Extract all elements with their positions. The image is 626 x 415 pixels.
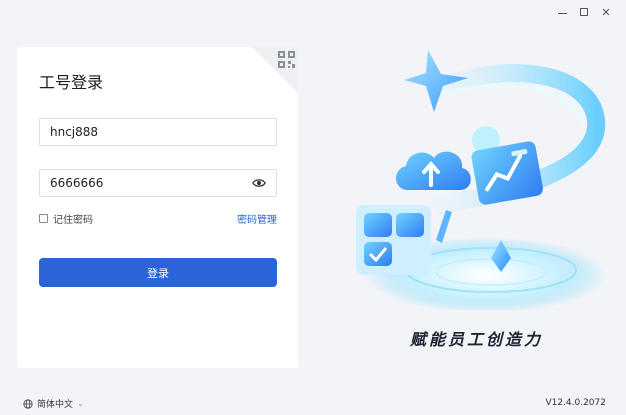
username-input[interactable]	[50, 119, 266, 145]
window-controls: ✕	[556, 6, 612, 19]
chevron-down-icon: ⌄	[77, 399, 84, 408]
maximize-icon[interactable]	[578, 6, 590, 18]
login-card: 工号登录 记住密码 密码管理 登录	[17, 47, 298, 368]
language-label: 简体中文	[37, 400, 74, 410]
globe-icon	[23, 398, 33, 409]
hero-illustration	[356, 50, 606, 310]
remember-checkbox[interactable]	[39, 214, 48, 223]
username-field[interactable]	[39, 118, 277, 146]
hero-slogan: 赋能员工创造力	[410, 330, 544, 349]
login-button[interactable]: 登录	[39, 258, 277, 287]
manage-password-link[interactable]: 密码管理	[237, 211, 277, 226]
password-input[interactable]	[50, 170, 266, 196]
remember-label: 记住密码	[53, 215, 93, 226]
minimize-icon[interactable]	[556, 6, 568, 18]
remember-password[interactable]: 记住密码	[39, 211, 93, 226]
version-label: V12.4.0.2072	[545, 398, 606, 408]
eye-icon[interactable]	[252, 176, 266, 190]
close-icon[interactable]: ✕	[600, 6, 612, 19]
password-field[interactable]	[39, 169, 277, 197]
language-selector[interactable]: 简体中文 ⌄	[23, 397, 84, 410]
qr-code-icon[interactable]	[252, 47, 298, 93]
login-title: 工号登录	[39, 73, 104, 92]
